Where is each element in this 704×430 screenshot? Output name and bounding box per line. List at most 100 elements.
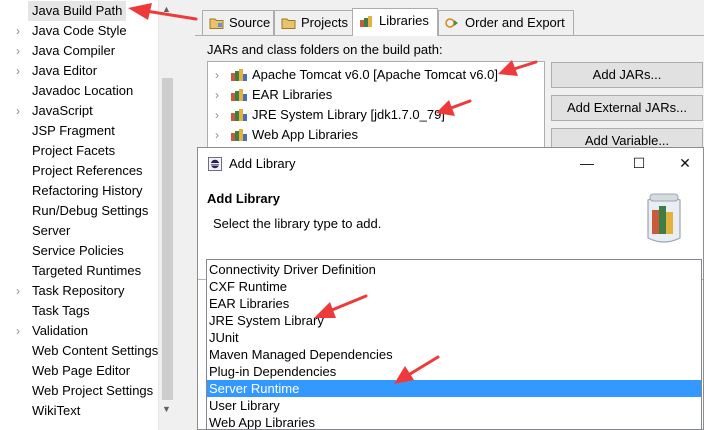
tree-item-label: Task Tags	[32, 303, 90, 318]
tab-label: Projects	[301, 15, 348, 30]
chevron-right-icon[interactable]: ›	[16, 61, 26, 81]
tree-item-label: Javadoc Location	[32, 83, 134, 98]
build-path-entry[interactable]: › JRE System Library [jdk1.7.0_79]	[208, 105, 544, 125]
library-jar-icon	[231, 89, 247, 101]
properties-nav-tree: Java Build Path › Java Code Style › Java…	[0, 0, 175, 430]
build-path-entry[interactable]: › EAR Libraries	[208, 85, 544, 105]
maximize-icon: ☐	[632, 155, 646, 171]
library-jar-banner-icon	[647, 193, 681, 243]
library-type-list[interactable]: Connectivity Driver Definition CXF Runti…	[206, 259, 702, 430]
tree-item-label: WikiText	[32, 403, 81, 418]
tree-item-label: Java Editor	[32, 63, 98, 78]
scrollbar-thumb[interactable]	[162, 78, 173, 400]
dialog-titlebar[interactable]: Add Library — ☐ ✕	[198, 148, 703, 179]
tab-label: Source	[229, 15, 271, 30]
tree-item-refactoring-history[interactable]: Refactoring History	[0, 181, 158, 201]
library-type-item[interactable]: JUnit	[207, 329, 701, 346]
tree-item-label: Server	[32, 223, 71, 238]
eclipse-icon	[208, 157, 222, 171]
chevron-right-icon[interactable]: ›	[215, 85, 219, 105]
tree-item-web-page-editor[interactable]: Web Page Editor	[0, 361, 158, 381]
build-path-entry[interactable]: › Apache Tomcat v6.0 [Apache Tomcat v6.0…	[208, 65, 544, 85]
tab-source[interactable]: Source	[202, 10, 274, 35]
tree-scrollbar[interactable]: ▲ ▼	[158, 0, 175, 430]
tree-item-project-references[interactable]: Project References	[0, 161, 158, 181]
tab-label: Libraries	[379, 13, 429, 28]
tree-item-java-compiler[interactable]: › Java Compiler	[0, 41, 158, 61]
tree-item-project-facets[interactable]: Project Facets	[0, 141, 158, 161]
tree-item-javadoc-location[interactable]: Javadoc Location	[0, 81, 158, 101]
library-type-item[interactable]: Connectivity Driver Definition	[207, 261, 701, 278]
build-path-tree: › Apache Tomcat v6.0 [Apache Tomcat v6.0…	[207, 61, 545, 151]
library-type-item[interactable]: Plug-in Dependencies	[207, 363, 701, 380]
tree-item-label: Refactoring History	[32, 183, 143, 198]
library-type-item[interactable]: User Library	[207, 397, 701, 414]
chevron-right-icon[interactable]: ›	[16, 281, 26, 301]
tree-item-run-debug-settings[interactable]: Run/Debug Settings	[0, 201, 158, 221]
tree-item-label: Targeted Runtimes	[32, 263, 142, 278]
library-type-item-selected[interactable]: Server Runtime	[207, 380, 701, 397]
add-library-dialog: Add Library — ☐ ✕ Add Library Select the…	[197, 147, 704, 430]
tree-item-label: Task Repository	[32, 283, 125, 298]
tree-item-service-policies[interactable]: Service Policies	[0, 241, 158, 261]
minimize-icon: —	[580, 155, 594, 171]
build-path-entry[interactable]: › Web App Libraries	[208, 125, 544, 145]
tree-item-label: Java Build Path	[28, 1, 127, 21]
library-type-item[interactable]: JRE System Library	[207, 312, 701, 329]
tree-item-java-code-style[interactable]: › Java Code Style	[0, 21, 158, 41]
library-type-item[interactable]: EAR Libraries	[207, 295, 701, 312]
close-icon: ✕	[679, 155, 691, 171]
tree-item-task-tags[interactable]: Task Tags	[0, 301, 158, 321]
tree-item-label: Web Project Settings	[32, 383, 154, 398]
tree-item-label: Web Page Editor	[32, 363, 131, 378]
tree-item-server[interactable]: Server	[0, 221, 158, 241]
chevron-right-icon[interactable]: ›	[16, 21, 26, 41]
library-type-item[interactable]: Maven Managed Dependencies	[207, 346, 701, 363]
tree-item-targeted-runtimes[interactable]: Targeted Runtimes	[0, 261, 158, 281]
tree-item-jsp-fragment[interactable]: JSP Fragment	[0, 121, 158, 141]
dialog-heading: Add Library	[207, 191, 280, 206]
entry-label: EAR Libraries	[252, 87, 333, 102]
tree-item-label: Web Content Settings	[32, 343, 159, 358]
tab-label: Order and Export	[465, 15, 565, 30]
source-folder-icon	[209, 18, 224, 29]
build-path-label: JARs and class folders on the build path…	[207, 42, 443, 57]
scroll-down-arrow-icon[interactable]: ▼	[162, 404, 171, 414]
tab-libraries[interactable]: Libraries	[352, 8, 438, 36]
close-button[interactable]: ✕	[662, 148, 704, 179]
tree-item-wikitext[interactable]: WikiText	[0, 401, 158, 421]
library-type-item[interactable]: Web App Libraries	[207, 414, 701, 429]
tree-item-java-editor[interactable]: › Java Editor	[0, 61, 158, 81]
entry-label: Apache Tomcat v6.0 [Apache Tomcat v6.0]	[252, 67, 498, 82]
add-external-jars-button[interactable]: Add External JARs...	[551, 95, 703, 121]
tree-item-web-project-settings[interactable]: Web Project Settings	[0, 381, 158, 401]
chevron-right-icon[interactable]: ›	[16, 101, 26, 121]
chevron-right-icon[interactable]: ›	[215, 65, 219, 85]
libraries-icon	[360, 16, 372, 27]
tree-item-label: Project Facets	[32, 143, 116, 158]
tree-item-label: Java Code Style	[32, 23, 127, 38]
tab-projects[interactable]: Projects	[274, 10, 353, 35]
maximize-button[interactable]: ☐	[616, 148, 662, 179]
tab-order-and-export[interactable]: Order and Export	[438, 10, 574, 35]
projects-folder-icon	[281, 18, 296, 29]
tree-item-task-repository[interactable]: › Task Repository	[0, 281, 158, 301]
chevron-right-icon[interactable]: ›	[16, 321, 26, 341]
minimize-button[interactable]: —	[564, 148, 610, 179]
tree-item-web-content-settings[interactable]: Web Content Settings	[0, 341, 158, 361]
scroll-up-arrow-icon[interactable]: ▲	[162, 4, 171, 14]
dialog-title: Add Library	[229, 156, 296, 171]
chevron-right-icon[interactable]: ›	[215, 105, 219, 125]
tree-item-javascript[interactable]: › JavaScript	[0, 101, 158, 121]
tree-item-validation[interactable]: › Validation	[0, 321, 158, 341]
tree-item-java-build-path[interactable]: Java Build Path	[0, 1, 158, 21]
tree-item-label: Validation	[32, 323, 89, 338]
tree-item-label: Service Policies	[32, 243, 124, 258]
library-type-item[interactable]: CXF Runtime	[207, 278, 701, 295]
library-jar-icon	[231, 69, 247, 81]
chevron-right-icon[interactable]: ›	[16, 41, 26, 61]
add-jars-button[interactable]: Add JARs...	[551, 62, 703, 88]
chevron-right-icon[interactable]: ›	[215, 125, 219, 145]
build-path-tabs: Source Projects Libraries Order and Expo…	[195, 8, 704, 36]
order-export-icon	[445, 18, 458, 28]
